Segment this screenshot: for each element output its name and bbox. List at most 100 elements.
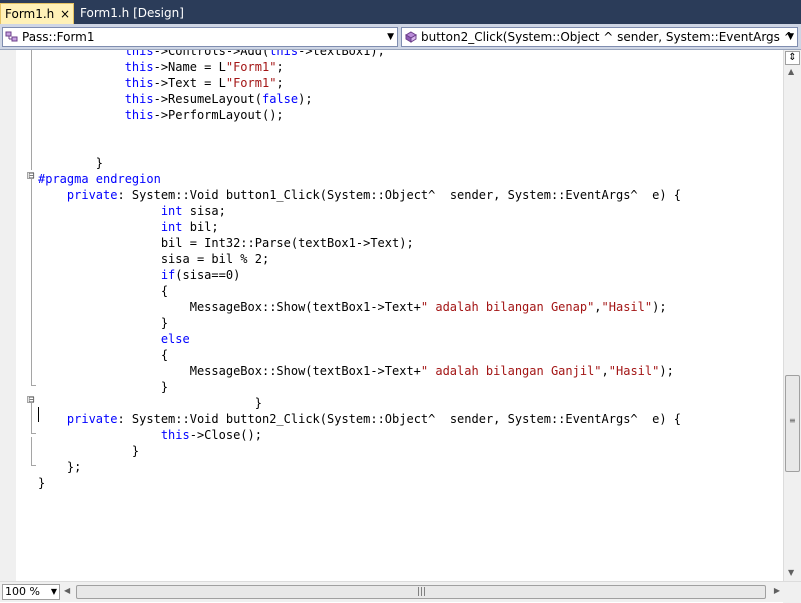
outline-line xyxy=(31,50,32,170)
outline-line xyxy=(31,403,32,433)
tab-form1-h-design[interactable]: Form1.h [Design] xyxy=(76,3,188,24)
code-token: (sisa==0) xyxy=(175,268,241,282)
horizontal-scroll-thumb[interactable]: ||| xyxy=(76,585,766,599)
scroll-up-icon[interactable]: ▲ xyxy=(788,67,794,76)
chevron-down-icon: ▼ xyxy=(787,32,794,42)
code-token: int xyxy=(160,204,183,218)
code-token: int xyxy=(160,220,183,234)
code-line: }; xyxy=(38,459,681,475)
member-dropdown[interactable]: button2_Click(System::Object ^ sender, S… xyxy=(401,27,798,47)
outline-end xyxy=(31,385,36,386)
code-token: ); xyxy=(298,92,313,106)
code-token: } xyxy=(38,396,262,410)
code-token: } xyxy=(38,476,46,490)
code-line: int sisa; xyxy=(38,203,681,219)
code-line: this->Name = L"Form1"; xyxy=(38,59,681,75)
method-icon xyxy=(405,31,417,43)
code-token: bil; xyxy=(182,220,219,234)
code-token: MessageBox::Show(textBox1->Text+ xyxy=(38,364,421,378)
zoom-dropdown[interactable]: 100 % ▼ xyxy=(2,584,60,600)
outline-line xyxy=(31,437,32,465)
collapse-toggle-icon[interactable]: ⊟ xyxy=(27,396,35,404)
code-token: if xyxy=(160,268,176,282)
code-token: this xyxy=(160,428,190,442)
code-line: this->Controls->Add(this->textBox1); xyxy=(38,50,681,59)
vertical-scrollbar[interactable]: ⇕ ▲ ≡ ▼ xyxy=(783,50,801,581)
code-line: this->PerformLayout(); xyxy=(38,107,681,123)
code-line: } xyxy=(38,395,681,411)
code-token: { xyxy=(38,284,169,298)
code-line: private: System::Void button1_Click(Syst… xyxy=(38,187,681,203)
code-line: #pragma endregion xyxy=(38,171,681,187)
code-token: : System::Void button1_Click(System::Obj… xyxy=(117,188,682,202)
class-scope-dropdown[interactable]: Pass::Form1 ▼ xyxy=(2,27,398,47)
code-token: ); xyxy=(659,364,674,378)
splitter-icon[interactable]: ⇕ xyxy=(785,51,800,65)
vertical-scroll-thumb[interactable]: ≡ xyxy=(785,375,800,472)
code-token: ->Text = L xyxy=(153,76,226,90)
tab-form1-h[interactable]: Form1.h × xyxy=(0,3,74,24)
outline-end xyxy=(31,465,36,466)
outline-line xyxy=(31,179,32,385)
code-token: this xyxy=(124,92,154,106)
code-token: , xyxy=(594,300,602,314)
code-line: else xyxy=(38,331,681,347)
code-token: ); xyxy=(652,300,667,314)
code-text: this->Controls->Add(this->textBox1); thi… xyxy=(38,50,681,491)
code-token: " adalah bilangan Ganjil" xyxy=(420,364,602,378)
code-token: private xyxy=(66,188,118,202)
code-token: this xyxy=(124,50,154,58)
code-token: this xyxy=(124,76,154,90)
code-token: bil = Int32::Parse(textBox1->Text); xyxy=(38,236,414,250)
close-icon[interactable]: × xyxy=(60,4,70,25)
grip-icon: ≡ xyxy=(789,416,796,425)
code-token: " adalah bilangan Genap" xyxy=(420,300,595,314)
code-line: if(sisa==0) xyxy=(38,267,681,283)
text-caret xyxy=(38,407,39,422)
code-token: ; xyxy=(276,76,284,90)
code-token: }; xyxy=(38,460,82,474)
tab-label: Form1.h xyxy=(5,7,55,21)
code-token: } xyxy=(38,380,169,394)
navigation-bar: Pass::Form1 ▼ button2_Click(System::Obje… xyxy=(0,24,801,50)
code-editor[interactable]: ⊟ ⊟ this->Controls->Add(this->textBox1);… xyxy=(0,50,783,581)
code-token: this xyxy=(269,50,299,58)
code-line: int bil; xyxy=(38,219,681,235)
chevron-down-icon: ▼ xyxy=(387,32,394,42)
code-token: ->textBox1); xyxy=(298,50,385,58)
code-token: ->Controls->Add( xyxy=(153,50,270,58)
class-icon xyxy=(5,31,18,42)
tab-label: Form1.h [Design] xyxy=(80,6,184,20)
code-token: #pragma endregion xyxy=(38,172,161,186)
code-token: } xyxy=(38,316,169,330)
code-token: private xyxy=(66,412,118,426)
scrollbar-corner xyxy=(783,582,801,603)
code-token: MessageBox::Show(textBox1->Text+ xyxy=(38,300,421,314)
editor-status-strip: 100 % ▼ ◀ ||| ▶ xyxy=(0,581,801,603)
horizontal-scrollbar[interactable]: ◀ ||| ▶ xyxy=(62,584,782,600)
code-line: this->ResumeLayout(false); xyxy=(38,91,681,107)
code-line: { xyxy=(38,347,681,363)
code-line: private: System::Void button2_Click(Syst… xyxy=(38,411,681,427)
code-token: } xyxy=(38,444,140,458)
code-token: "Form1" xyxy=(225,76,277,90)
scroll-right-icon[interactable]: ▶ xyxy=(774,586,780,595)
collapse-toggle-icon[interactable]: ⊟ xyxy=(27,172,35,180)
scroll-left-icon[interactable]: ◀ xyxy=(64,586,70,595)
code-token: false xyxy=(261,92,299,106)
code-token: "Form1" xyxy=(225,60,277,74)
code-token: sisa = bil % 2; xyxy=(38,252,270,266)
code-line: } xyxy=(38,379,681,395)
grip-icon: ||| xyxy=(417,587,427,597)
scroll-down-icon[interactable]: ▼ xyxy=(788,568,794,577)
code-token: } xyxy=(38,156,104,170)
